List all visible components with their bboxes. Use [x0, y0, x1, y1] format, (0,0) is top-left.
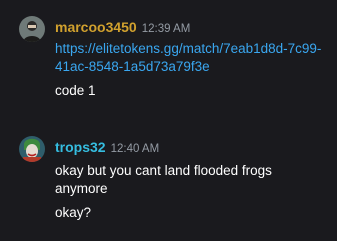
message-text: okay but you cant land flooded frogs any… [55, 163, 272, 196]
message-header: trops32 12:40 AM [55, 139, 159, 159]
user-avatar-joker-icon [19, 136, 45, 162]
username[interactable]: trops32 [55, 139, 106, 155]
chat-messages: marcoo3450 12:39 AM https://elitetokens.g… [0, 0, 337, 241]
timestamp: 12:40 AM [110, 143, 160, 155]
message-header: marcoo3450 12:39 AM [55, 19, 190, 39]
username[interactable]: marcoo3450 [55, 19, 137, 35]
message-content: okay but you cant land flooded frogs any… [55, 162, 305, 222]
match-link[interactable]: https://elitetokens.gg/match/7eab1d8d-7c… [55, 41, 321, 74]
user-avatar[interactable] [19, 136, 45, 162]
timestamp: 12:39 AM [141, 23, 191, 35]
message-text: code 1 [55, 83, 96, 98]
user-avatar-dark-icon [19, 16, 45, 42]
user-avatar[interactable] [19, 16, 45, 42]
message-content: https://elitetokens.gg/match/7eab1d8d-7c… [55, 40, 325, 100]
message-text: okay? [55, 205, 92, 220]
